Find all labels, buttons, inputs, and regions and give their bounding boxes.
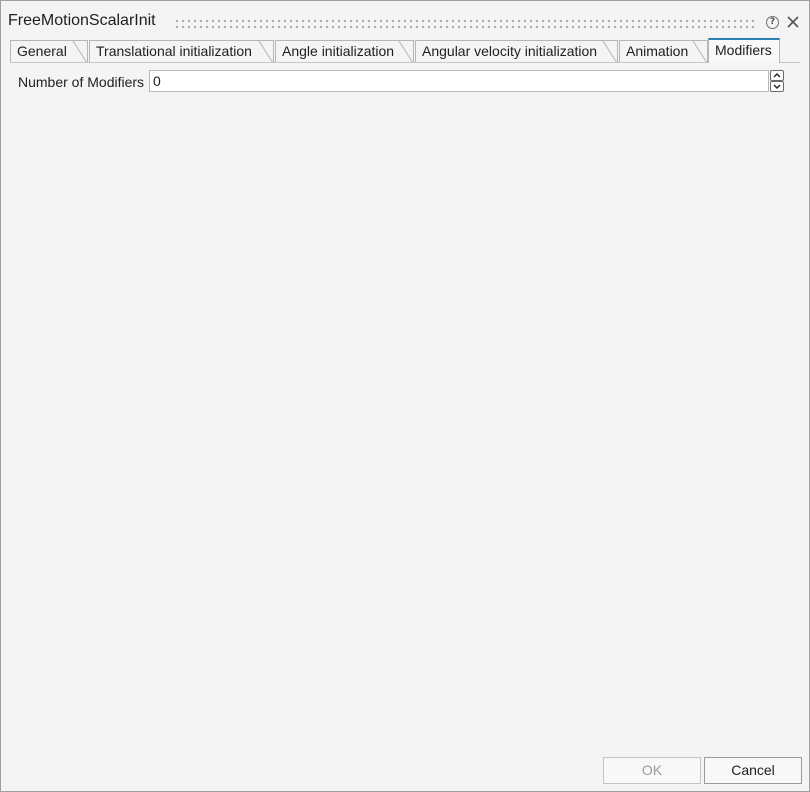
help-icon[interactable]: ? <box>766 16 779 29</box>
number-of-modifiers-label: Number of Modifiers <box>18 74 145 90</box>
tab-angle-initialization[interactable]: Angle initialization <box>275 40 414 63</box>
cancel-button[interactable]: Cancel <box>704 757 802 784</box>
chevron-down-icon <box>773 84 781 89</box>
tab-edge <box>692 41 708 63</box>
drag-handle[interactable] <box>174 18 757 29</box>
tab-modifiers[interactable]: Modifiers <box>708 38 780 63</box>
tab-strip: General Translational initialization Ang… <box>10 38 800 63</box>
tab-general[interactable]: General <box>10 40 88 63</box>
dialog-title: FreeMotionScalarInit <box>8 12 156 29</box>
tab-translational-initialization[interactable]: Translational initialization <box>89 40 274 63</box>
chevron-up-icon <box>773 73 781 78</box>
tab-label: General <box>17 43 67 59</box>
tab-label: Angular velocity initialization <box>422 43 598 59</box>
tab-edge <box>602 41 618 63</box>
tab-divider <box>10 62 800 63</box>
tab-edge <box>398 41 414 63</box>
tab-angular-velocity-initialization[interactable]: Angular velocity initialization <box>415 40 618 63</box>
number-of-modifiers-spinner <box>770 70 784 92</box>
spin-up-button[interactable] <box>770 70 784 81</box>
ok-button[interactable]: OK <box>603 757 701 784</box>
tab-edge <box>72 41 88 63</box>
tab-label: Animation <box>626 43 689 59</box>
close-icon[interactable] <box>785 14 801 30</box>
number-of-modifiers-input[interactable]: 0 <box>149 70 769 92</box>
tab-edge <box>258 41 274 63</box>
tab-label: Angle initialization <box>282 43 395 59</box>
spin-down-button[interactable] <box>770 81 784 92</box>
tab-label: Translational initialization <box>96 43 252 59</box>
tab-label: Modifiers <box>715 42 772 58</box>
tab-animation[interactable]: Animation <box>619 40 708 63</box>
title-bar[interactable]: FreeMotionScalarInit ? <box>1 1 809 37</box>
dialog-window: FreeMotionScalarInit ? General Translati… <box>0 0 810 792</box>
